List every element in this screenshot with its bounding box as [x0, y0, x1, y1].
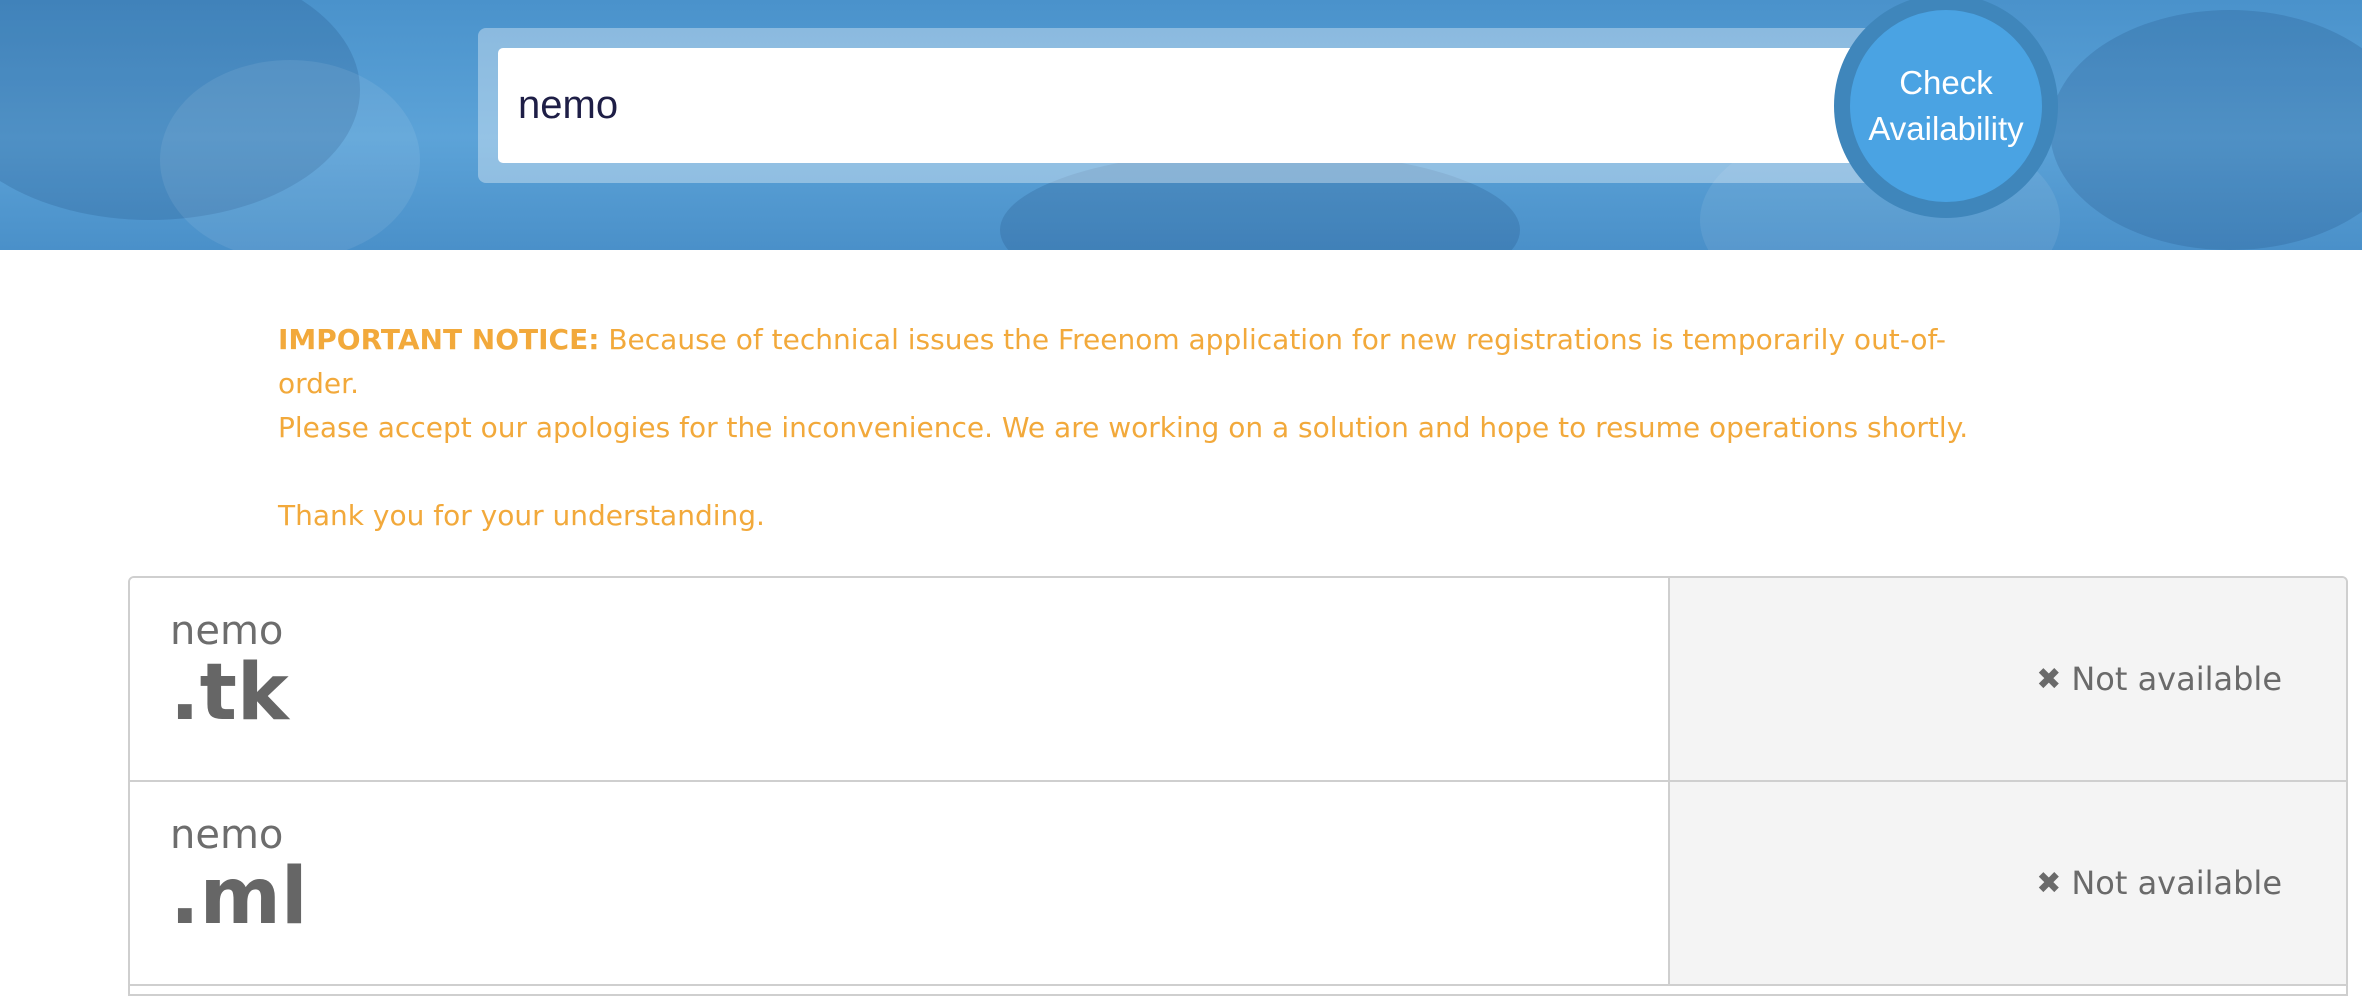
close-icon: ✖ — [2036, 865, 2062, 901]
availability-status-text: Not available — [2071, 864, 2282, 902]
domain-result-name-cell: nemo .ml — [130, 782, 1668, 984]
notice-line-3: Thank you for your understanding. — [278, 499, 765, 532]
domain-results-table: nemo .tk ✖ Not available nemo .ml ✖ Not … — [128, 576, 2348, 996]
availability-status: ✖ Not available — [2036, 578, 2282, 780]
domain-result-status-cell: ✖ Not available — [1668, 782, 2346, 984]
background-decoration — [160, 60, 420, 250]
domain-result-row: nemo .tk ✖ Not available — [130, 578, 2346, 782]
availability-status: ✖ Not available — [2036, 782, 2282, 984]
notice-label: IMPORTANT NOTICE: — [278, 323, 600, 356]
availability-status-text: Not available — [2071, 660, 2282, 698]
notice-line-2: Please accept our apologies for the inco… — [278, 411, 1969, 444]
domain-result-status-cell: ✖ Not available — [1668, 578, 2346, 780]
check-availability-button[interactable]: Check Availability — [1834, 0, 2058, 218]
domain-tld: .ml — [170, 852, 308, 942]
important-notice: IMPORTANT NOTICE: Because of technical i… — [278, 318, 1978, 538]
check-availability-label: Check Availability — [1868, 64, 2024, 147]
notice-line-1: IMPORTANT NOTICE: Because of technical i… — [278, 318, 1978, 406]
close-icon: ✖ — [2036, 661, 2062, 697]
domain-result-row: nemo .ml ✖ Not available — [130, 782, 2346, 986]
domain-search-input[interactable] — [498, 48, 1878, 163]
background-decoration — [2050, 10, 2362, 250]
domain-result-name-cell: nemo .tk — [130, 578, 1668, 780]
hero-banner: Check Availability — [0, 0, 2362, 250]
domain-tld: .tk — [170, 648, 289, 738]
